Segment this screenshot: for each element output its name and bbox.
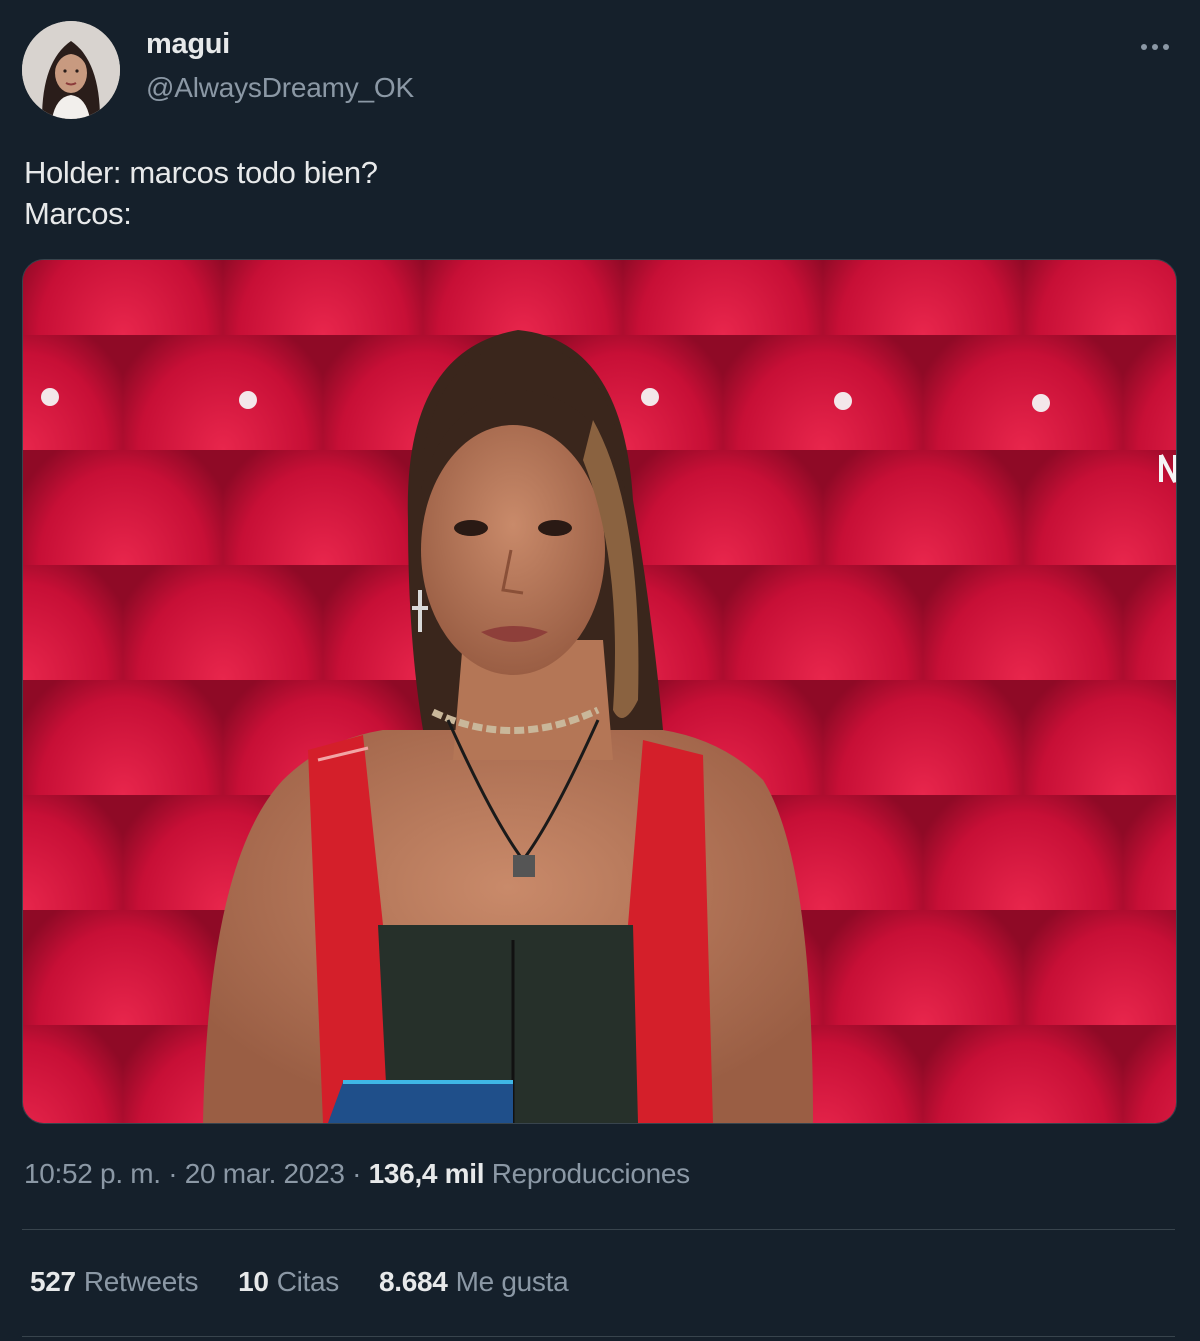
- tweet-time[interactable]: 10:52 p. m.: [24, 1158, 161, 1189]
- more-options-icon[interactable]: [1132, 30, 1178, 64]
- likes-stat[interactable]: 8.684 Me gusta: [379, 1266, 569, 1298]
- retweets-stat[interactable]: 527 Retweets: [30, 1266, 198, 1298]
- avatar[interactable]: [22, 21, 120, 119]
- retweets-count: 527: [30, 1266, 76, 1297]
- quotes-label: Citas: [276, 1266, 340, 1297]
- tweet-meta: 10:52 p. m. · 20 mar. 2023 · 136,4 mil R…: [24, 1158, 690, 1190]
- author-handle[interactable]: @AlwaysDreamy_OK: [146, 72, 414, 104]
- views-count[interactable]: 136,4 mil: [369, 1158, 485, 1189]
- quotes-count: 10: [238, 1266, 269, 1297]
- tweet-text: Holder: marcos todo bien? Marcos:: [24, 152, 1174, 234]
- likes-count: 8.684: [379, 1266, 448, 1297]
- tweet-media-image[interactable]: [22, 259, 1177, 1124]
- meta-separator: ·: [160, 1158, 185, 1189]
- likes-label: Me gusta: [455, 1266, 569, 1297]
- author-display-name[interactable]: magui: [146, 28, 230, 61]
- views-label[interactable]: Reproducciones: [484, 1158, 690, 1189]
- retweets-label: Retweets: [83, 1266, 199, 1297]
- tweet-stats: 527 Retweets 10 Citas 8.684 Me gusta: [30, 1266, 569, 1298]
- avatar-image: [22, 21, 120, 119]
- divider: [22, 1336, 1175, 1337]
- quotes-stat[interactable]: 10 Citas: [238, 1266, 339, 1298]
- divider: [22, 1229, 1175, 1230]
- more-options-dots: [1141, 44, 1169, 50]
- media-photo: [23, 260, 1176, 1123]
- tweet-line: Holder: marcos todo bien?: [24, 155, 378, 190]
- tweet-date[interactable]: 20 mar. 2023: [185, 1158, 345, 1189]
- meta-separator: ·: [344, 1158, 369, 1189]
- tweet-line: Marcos:: [24, 196, 132, 231]
